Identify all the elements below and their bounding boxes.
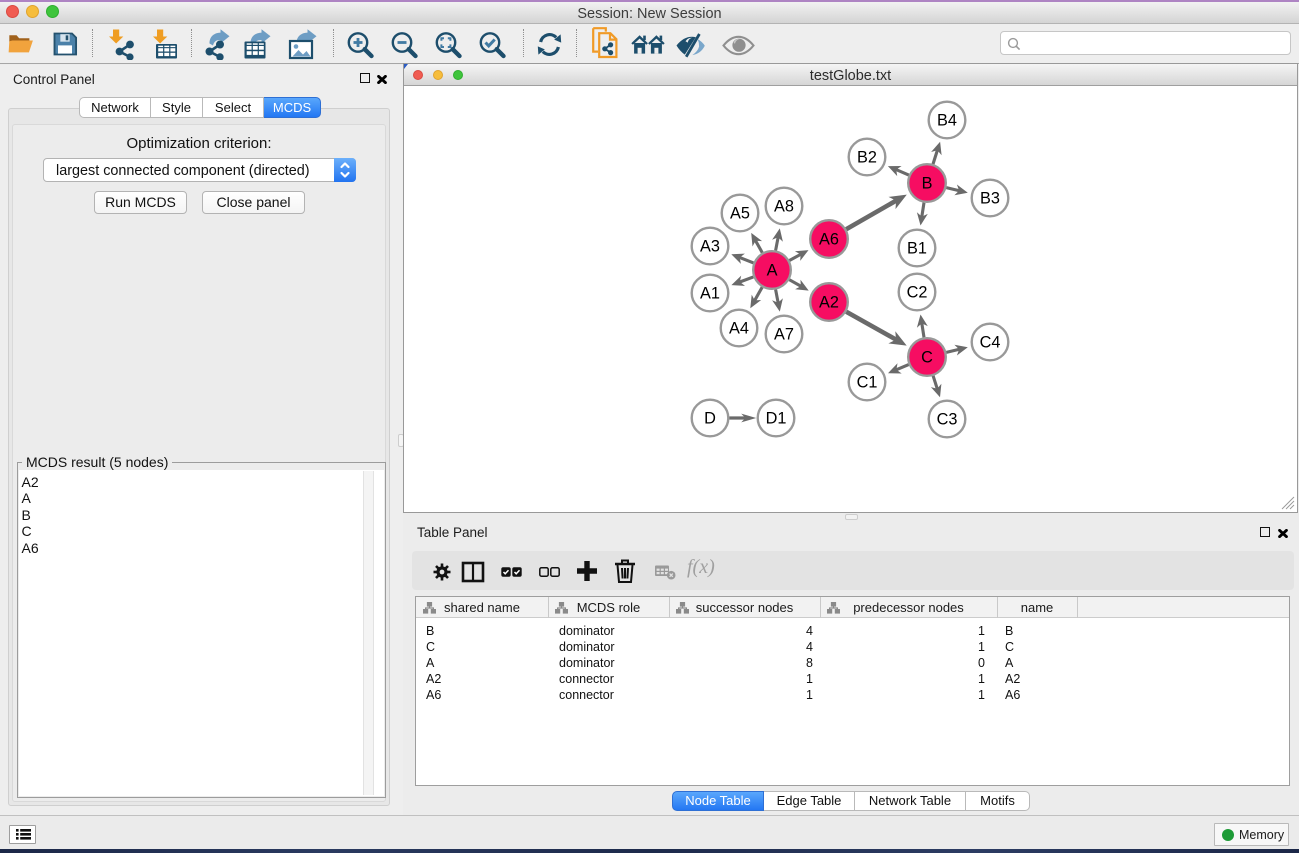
svg-text:B3: B3 [980,190,1000,208]
svg-text:A3: A3 [700,238,720,256]
svg-text:A6: A6 [819,231,839,249]
svg-text:A4: A4 [729,320,749,338]
svg-text:B2: B2 [857,149,877,167]
svg-text:B: B [922,175,933,193]
svg-text:B4: B4 [937,112,957,130]
svg-text:A8: A8 [774,198,794,216]
svg-text:A1: A1 [700,285,720,303]
svg-text:A5: A5 [730,205,750,223]
svg-text:A2: A2 [819,294,839,312]
svg-text:C3: C3 [937,411,958,429]
svg-text:A: A [767,262,778,280]
svg-text:D1: D1 [766,410,787,428]
svg-text:B1: B1 [907,240,927,258]
svg-text:C2: C2 [907,284,928,302]
svg-text:C: C [921,349,933,367]
svg-text:A7: A7 [774,326,794,344]
svg-text:C1: C1 [857,374,878,392]
svg-text:D: D [704,410,716,428]
svg-text:C4: C4 [980,334,1001,352]
